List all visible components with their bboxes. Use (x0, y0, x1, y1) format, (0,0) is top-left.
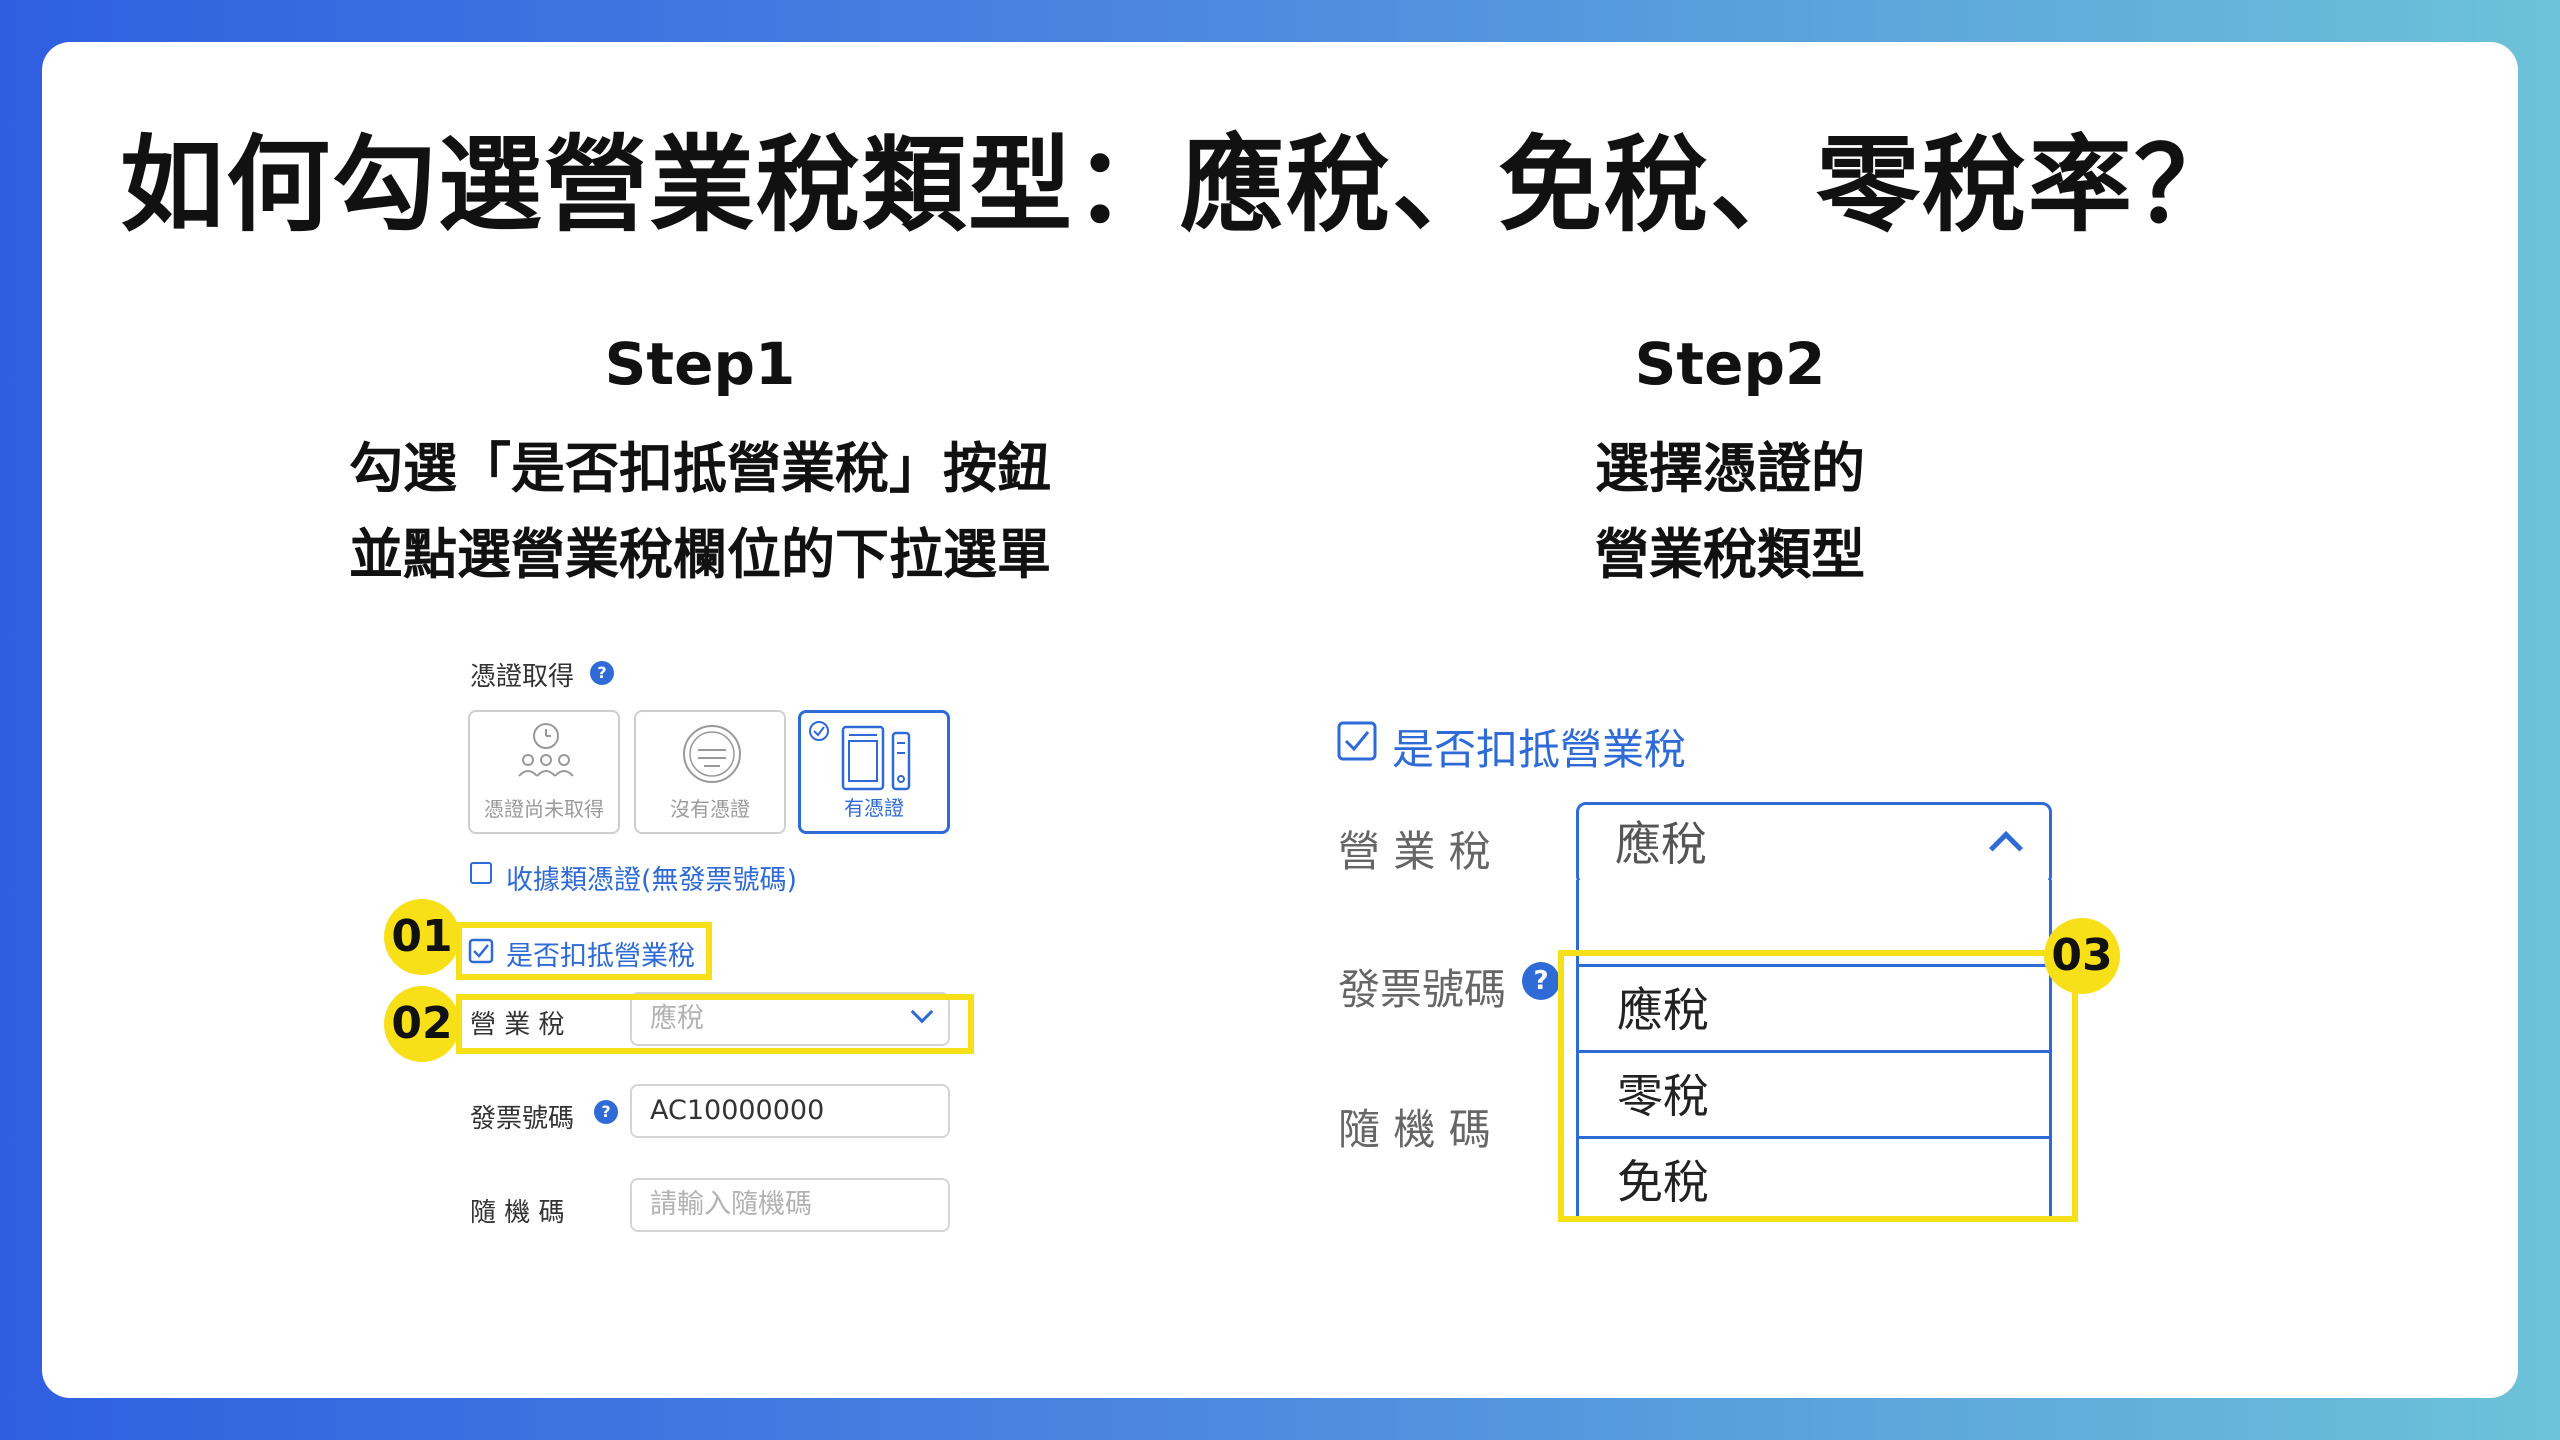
people-clock-icon (518, 723, 574, 777)
cert-option-label: 憑證尚未取得 (484, 797, 604, 821)
step1-label: Step1 (604, 330, 796, 398)
invoice-input[interactable]: AC10000000 (630, 1084, 950, 1138)
cert-acquired-label: 憑證取得 (470, 662, 575, 692)
cert-option-have[interactable]: 有憑證 (798, 710, 950, 834)
deduct-checkbox-zoom[interactable] (1336, 720, 1378, 762)
check-circle-icon (809, 721, 829, 741)
cert-option-label: 沒有憑證 (670, 797, 750, 821)
document-phone-icon (841, 725, 911, 791)
step-badge-03: 03 (2044, 918, 2120, 994)
help-icon[interactable]: ? (594, 1100, 618, 1124)
highlight-dropdown-options (1558, 950, 2078, 1222)
help-icon[interactable]: ? (590, 661, 614, 685)
random-code-input[interactable]: 請輸入隨機碼 (630, 1178, 950, 1232)
invoice-label-zoom: 發票號碼 (1338, 965, 1507, 1014)
step2-line1: 選擇憑證的 (1595, 437, 1865, 500)
receipt-checkbox-label: 收據類憑證(無發票號碼) (506, 865, 798, 896)
receipt-checkbox[interactable] (470, 862, 492, 884)
step-badge-02: 02 (384, 986, 460, 1062)
step2-label: Step2 (1634, 330, 1826, 398)
tax-select-value-zoom: 應稅 (1615, 817, 1707, 871)
step2-header: Step2 選擇憑證的 營業稅類型 (1280, 330, 2180, 598)
invoice-label: 發票號碼 (470, 1104, 575, 1134)
step1-line2: 並點選營業稅欄位的下拉選單 (349, 523, 1051, 586)
deduct-checkbox-label-zoom: 是否扣抵營業稅 (1392, 725, 1687, 774)
help-icon[interactable]: ? (1522, 962, 1560, 1000)
step1-header: Step1 勾選「是否扣抵營業稅」按鈕 並點選營業稅欄位的下拉選單 (250, 330, 1150, 598)
cert-option-none[interactable]: 沒有憑證 (634, 710, 786, 834)
cert-option-label: 有憑證 (844, 796, 904, 820)
cert-option-pending[interactable]: 憑證尚未取得 (468, 710, 620, 834)
step1-line1: 勾選「是否扣抵營業稅」按鈕 (349, 437, 1051, 500)
step-badge-01: 01 (384, 899, 460, 975)
tax-label-zoom: 營 業 稅 (1338, 827, 1491, 876)
highlight-tax-select (456, 994, 974, 1054)
random-code-label: 隨 機 碼 (470, 1198, 565, 1228)
highlight-deduct-checkbox (456, 922, 712, 980)
step2-line2: 營業稅類型 (1595, 523, 1865, 586)
random-code-label-zoom: 隨 機 碼 (1338, 1105, 1491, 1154)
page-title: 如何勾選營業稅類型：應稅、免稅、零稅率？ (120, 124, 2241, 246)
tax-select-zoom[interactable]: 應稅 (1576, 802, 2052, 886)
stamp-icon (683, 725, 741, 783)
